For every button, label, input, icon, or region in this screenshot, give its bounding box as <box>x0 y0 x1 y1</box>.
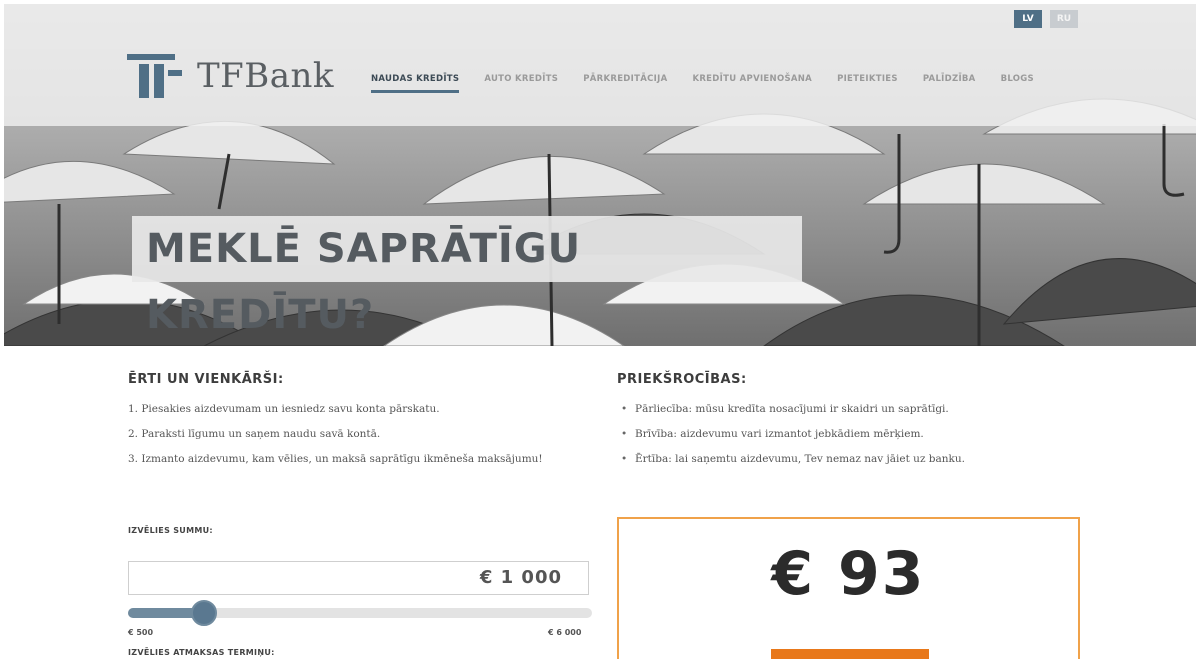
benefits-section: PRIEKŠROCĪBAS: Pārliecība: mūsu kredīta … <box>617 372 1077 472</box>
amount-input[interactable]: € 1 000 <box>128 561 589 595</box>
main-nav: NAUDAS KREDĪTS AUTO KREDĪTS PĀRKREDITĀCI… <box>371 74 1059 93</box>
amount-max: € 6 000 <box>548 628 582 637</box>
monthly-payment-value: € 93 <box>771 539 926 609</box>
amount-min: € 500 <box>128 628 154 637</box>
nav-naudas-kredits[interactable]: NAUDAS KREDĪTS <box>371 74 460 93</box>
tfbank-logo-icon <box>127 54 182 98</box>
list-item: Brīvība: aizdevumu vari izmantot jebkādi… <box>617 422 1077 447</box>
nav-blogs[interactable]: BLOGS <box>1001 74 1034 93</box>
steps-title: ĒRTI UN VIENKĀRŠI: <box>128 372 284 387</box>
nav-parkreditacija[interactable]: PĀRKREDITĀCIJA <box>583 74 667 93</box>
nav-palidziba[interactable]: PALĪDZĪBA <box>923 74 976 93</box>
language-lv-button[interactable]: LV <box>1014 10 1042 28</box>
term-label: IZVĒLIES ATMAKSAS TERMIŅU: <box>128 648 275 657</box>
amount-label: IZVĒLIES SUMMU: <box>128 526 213 535</box>
list-item: Ērtība: lai saņemtu aizdevumu, Tev nemaz… <box>617 447 1077 472</box>
list-item: 1. Piesakies aizdevumam un iesniedz savu… <box>128 403 440 415</box>
list-item: Pārliecība: mūsu kredīta nosacījumi ir s… <box>617 397 1077 422</box>
hero-headline: MEKLĒ SAPRĀTĪGU KREDĪTU? <box>132 216 802 338</box>
amount-slider-handle[interactable] <box>191 600 218 626</box>
list-item: 3. Izmanto aizdevumu, kam vēlies, un mak… <box>128 453 543 465</box>
nav-kreditu-apvienosana[interactable]: KREDĪTU APVIENOŠANA <box>692 74 812 93</box>
steps-section: ĒRTI UN VIENKĀRŠI: 1. Piesakies aizdevum… <box>128 372 588 472</box>
hero-banner: LV RU TFBank NAUDAS KREDĪTS AUTO KREDĪTS… <box>4 4 1196 346</box>
apply-button[interactable] <box>771 649 929 659</box>
language-ru-button[interactable]: RU <box>1050 10 1078 28</box>
benefits-title: PRIEKŠROCĪBAS: <box>617 372 747 387</box>
monthly-payment-panel: € 93 <box>617 517 1080 659</box>
list-item: 2. Paraksti līgumu un saņem naudu savā k… <box>128 428 381 440</box>
brand-name: TFBank <box>197 56 335 96</box>
nav-auto-kredits[interactable]: AUTO KREDĪTS <box>484 74 558 93</box>
nav-pieteikties[interactable]: PIETEIKTIES <box>837 74 898 93</box>
tfbank-logo[interactable]: TFBank <box>127 52 334 100</box>
